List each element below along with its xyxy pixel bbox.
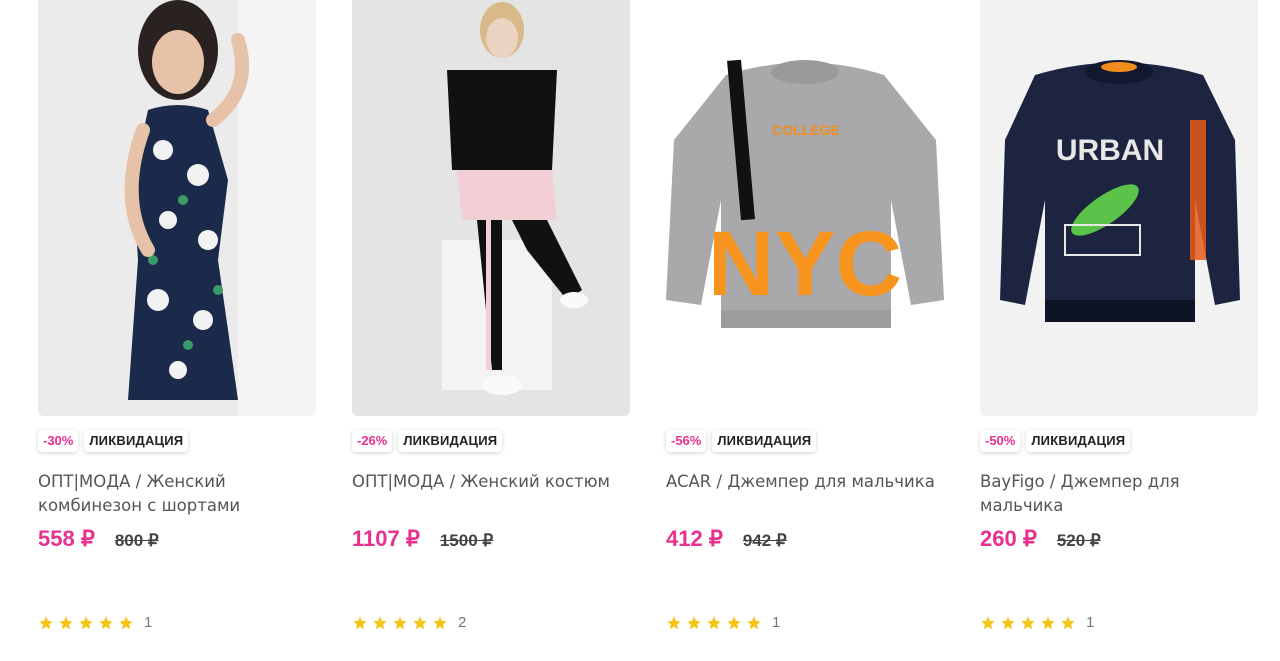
star-icon <box>353 615 367 629</box>
product-image[interactable] <box>352 0 630 416</box>
star-icon <box>747 615 761 629</box>
rating: 1 <box>666 614 780 631</box>
star-icon <box>727 615 741 629</box>
discount-badge: -56% <box>666 430 707 452</box>
product-photo-woman-romper <box>38 0 316 416</box>
product-card[interactable]: -26% ЛИКВИДАЦИЯ ОПТ|МОДА / Женский костю… <box>352 0 630 661</box>
current-price: 1107 ₽ <box>352 526 420 551</box>
star-icon <box>59 615 73 629</box>
price-block: 260 ₽ 520 ₽ <box>980 526 1101 552</box>
star-icon <box>1001 615 1015 629</box>
product-image[interactable] <box>38 0 316 416</box>
svg-text:COLLEGE: COLLEGE <box>772 122 840 138</box>
product-card[interactable]: -30% ЛИКВИДАЦИЯ ОПТ|МОДА / Женский комби… <box>38 0 316 661</box>
current-price: 260 ₽ <box>980 526 1037 551</box>
star-icon <box>1021 615 1035 629</box>
price-block: 1107 ₽ 1500 ₽ <box>352 526 493 552</box>
star-icon <box>1061 615 1075 629</box>
rating-count: 1 <box>1086 614 1095 631</box>
star-icon <box>707 615 721 629</box>
product-image[interactable]: URBAN <box>980 0 1258 416</box>
star-icon <box>79 615 93 629</box>
price-block: 558 ₽ 800 ₽ <box>38 526 159 552</box>
price-block: 412 ₽ 942 ₽ <box>666 526 787 552</box>
rating-count: 1 <box>772 614 781 631</box>
product-card[interactable]: URBAN -50% ЛИКВИДАЦИЯ BayFigo / Джемпер … <box>980 0 1258 661</box>
old-price: 520 ₽ <box>1056 531 1101 550</box>
product-photo-woman-suit <box>352 0 630 416</box>
old-price: 1500 ₽ <box>439 531 494 550</box>
product-image[interactable]: COLLEGE NYC <box>666 0 944 416</box>
old-price: 942 ₽ <box>742 531 787 550</box>
star-icon <box>99 615 113 629</box>
badges: -26% ЛИКВИДАЦИЯ <box>352 430 503 452</box>
star-icon <box>433 615 447 629</box>
print-text: NYC <box>708 213 902 315</box>
star-icon <box>667 615 681 629</box>
rating-count: 2 <box>458 614 467 631</box>
rating: 1 <box>38 614 152 631</box>
star-icon <box>119 615 133 629</box>
product-title[interactable]: ОПТ|МОДА / Женский комбинезон с шортами <box>38 470 316 518</box>
rating-count: 1 <box>144 614 153 631</box>
old-price: 800 ₽ <box>114 531 159 550</box>
star-icon <box>413 615 427 629</box>
star-icon <box>1041 615 1055 629</box>
product-title[interactable]: ОПТ|МОДА / Женский костюм <box>352 470 630 494</box>
product-title[interactable]: BayFigo / Джемпер для мальчика <box>980 470 1258 518</box>
product-grid: -30% ЛИКВИДАЦИЯ ОПТ|МОДА / Женский комби… <box>0 0 1280 661</box>
product-card[interactable]: COLLEGE NYC -56% ЛИКВИДАЦИЯ ACAR / Джемп… <box>666 0 944 661</box>
star-icon <box>39 615 53 629</box>
current-price: 412 ₽ <box>666 526 723 551</box>
rating: 1 <box>980 614 1094 631</box>
discount-badge: -30% <box>38 430 79 452</box>
discount-badge: -50% <box>980 430 1021 452</box>
current-price: 558 ₽ <box>38 526 95 551</box>
sale-badge: ЛИКВИДАЦИЯ <box>84 430 189 452</box>
product-photo-navy-sweatshirt: URBAN <box>980 0 1258 416</box>
print-text: URBAN <box>1056 134 1164 167</box>
badges: -56% ЛИКВИДАЦИЯ <box>666 430 817 452</box>
badges: -30% ЛИКВИДАЦИЯ <box>38 430 189 452</box>
discount-badge: -26% <box>352 430 393 452</box>
product-photo-grey-sweatshirt: COLLEGE NYC <box>666 0 944 416</box>
sale-badge: ЛИКВИДАЦИЯ <box>1026 430 1131 452</box>
product-title[interactable]: ACAR / Джемпер для мальчика <box>666 470 944 494</box>
rating: 2 <box>352 614 466 631</box>
star-icon <box>687 615 701 629</box>
star-icon <box>393 615 407 629</box>
badges: -50% ЛИКВИДАЦИЯ <box>980 430 1131 452</box>
star-icon <box>981 615 995 629</box>
sale-badge: ЛИКВИДАЦИЯ <box>398 430 503 452</box>
star-icon <box>373 615 387 629</box>
sale-badge: ЛИКВИДАЦИЯ <box>712 430 817 452</box>
